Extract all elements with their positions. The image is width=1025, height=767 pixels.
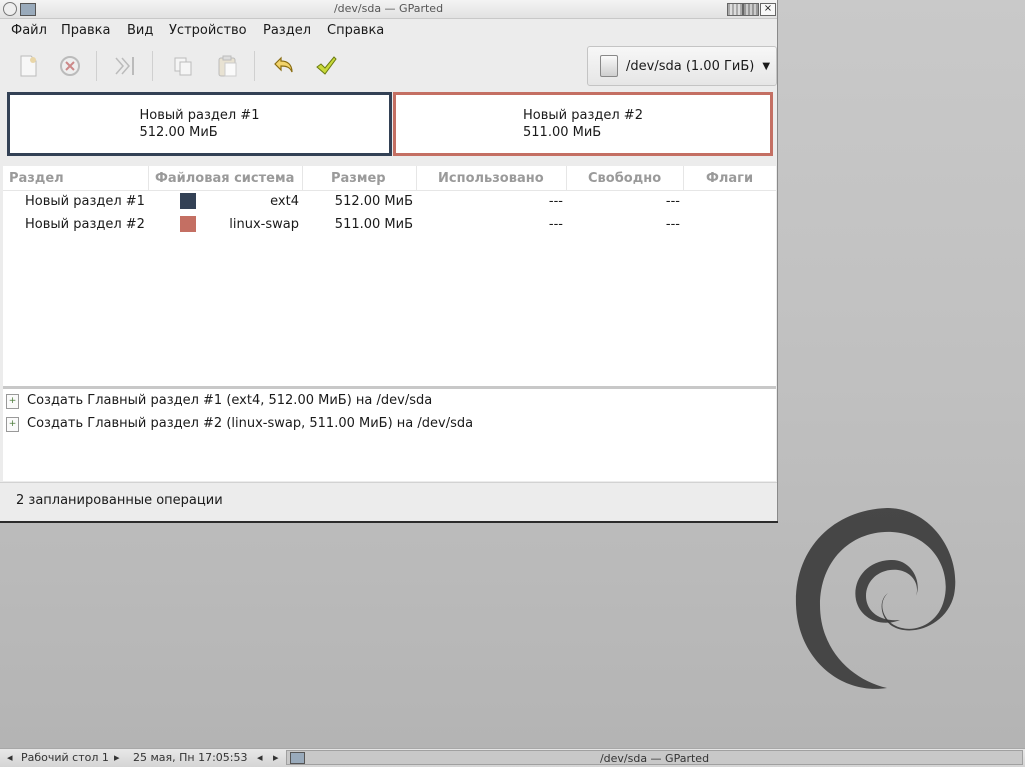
copy-icon[interactable] bbox=[168, 51, 198, 81]
resize-move-icon[interactable] bbox=[110, 51, 140, 81]
cell-partition: Новый раздел #1 bbox=[25, 194, 145, 209]
diskmap-partition-size: 511.00 МиБ bbox=[523, 125, 602, 140]
status-bar: 2 запланированные операции bbox=[0, 482, 777, 520]
column-header-partition[interactable]: Раздел bbox=[9, 171, 64, 186]
gparted-window: /dev/sda — GParted × Файл Правка Вид Уст… bbox=[0, 0, 778, 521]
table-row[interactable]: Новый раздел #1 ext4 512.00 МиБ --- --- bbox=[3, 191, 776, 214]
column-header-free[interactable]: Свободно bbox=[588, 171, 661, 186]
operation-text: Создать Главный раздел #1 (ext4, 512.00 … bbox=[27, 393, 433, 408]
column-header-flags[interactable]: Флаги bbox=[706, 171, 753, 186]
prev-desktop-icon[interactable]: ◂ bbox=[7, 751, 13, 764]
diskmap-partition-2[interactable]: Новый раздел #2 511.00 МиБ bbox=[393, 92, 773, 156]
new-partition-icon[interactable] bbox=[13, 51, 43, 81]
create-partition-icon: + bbox=[6, 417, 19, 432]
menu-file[interactable]: Файл bbox=[11, 23, 47, 38]
close-button[interactable]: × bbox=[760, 3, 776, 16]
delete-partition-icon[interactable] bbox=[55, 51, 85, 81]
cell-free: --- bbox=[665, 217, 680, 232]
debian-logo bbox=[795, 508, 956, 689]
table-row[interactable]: Новый раздел #2 linux-swap 511.00 МиБ --… bbox=[3, 214, 776, 237]
column-header-used[interactable]: Использовано bbox=[438, 171, 544, 186]
diskmap-partition-name: Новый раздел #2 bbox=[523, 108, 643, 123]
diskmap-partition-1[interactable]: Новый раздел #1 512.00 МиБ bbox=[7, 92, 392, 156]
taskbar: ◂ Рабочий стол 1 ▸ 25 мая, Пн 17:05:53 ◂… bbox=[0, 748, 1025, 767]
taskbar-window-title: /dev/sda — GParted bbox=[599, 752, 710, 765]
undo-icon[interactable] bbox=[269, 51, 299, 81]
chevron-down-icon: ▼ bbox=[762, 60, 771, 72]
column-header-filesystem[interactable]: Файловая система bbox=[155, 171, 294, 186]
next-desktop-icon[interactable]: ▸ bbox=[114, 751, 120, 764]
menu-edit[interactable]: Правка bbox=[61, 23, 110, 38]
partition-table: Раздел Файловая система Размер Использов… bbox=[3, 166, 776, 386]
cell-size: 511.00 МиБ bbox=[334, 217, 413, 232]
cell-partition: Новый раздел #2 bbox=[25, 217, 145, 232]
table-header: Раздел Файловая система Размер Использов… bbox=[3, 166, 776, 191]
fs-color-swatch bbox=[180, 193, 196, 209]
apply-icon[interactable] bbox=[311, 51, 341, 81]
pending-operations-list: + Создать Главный раздел #1 (ext4, 512.0… bbox=[3, 389, 776, 481]
create-partition-icon: + bbox=[6, 394, 19, 409]
taskbar-window-button[interactable]: /dev/sda — GParted bbox=[286, 750, 1023, 765]
status-text: 2 запланированные операции bbox=[16, 493, 223, 508]
operation-item[interactable]: + Создать Главный раздел #2 (linux-swap,… bbox=[3, 413, 776, 435]
cell-used: --- bbox=[548, 194, 563, 209]
paste-icon[interactable] bbox=[212, 51, 242, 81]
device-selector-label: /dev/sda (1.00 ГиБ) bbox=[626, 58, 755, 74]
minimize-button[interactable] bbox=[727, 3, 743, 16]
menu-device[interactable]: Устройство bbox=[169, 23, 247, 38]
device-selector[interactable]: /dev/sda (1.00 ГиБ) ▼ bbox=[587, 46, 777, 86]
cell-size: 512.00 МиБ bbox=[334, 194, 413, 209]
operation-text: Создать Главный раздел #2 (linux-swap, 5… bbox=[27, 416, 474, 431]
title-bar[interactable]: /dev/sda — GParted × bbox=[0, 0, 777, 19]
cell-free: --- bbox=[665, 194, 680, 209]
operation-item[interactable]: + Создать Главный раздел #1 (ext4, 512.0… bbox=[3, 390, 776, 412]
cell-filesystem: ext4 bbox=[270, 194, 299, 209]
maximize-button[interactable] bbox=[743, 3, 759, 16]
next-window-icon[interactable]: ▸ bbox=[273, 751, 279, 764]
cell-filesystem: linux-swap bbox=[229, 217, 299, 232]
prev-window-icon[interactable]: ◂ bbox=[257, 751, 263, 764]
clock[interactable]: 25 мая, Пн 17:05:53 bbox=[133, 751, 248, 764]
disk-map: Новый раздел #1 512.00 МиБ Новый раздел … bbox=[4, 90, 774, 162]
menu-view[interactable]: Вид bbox=[127, 23, 153, 38]
column-header-size[interactable]: Размер bbox=[331, 171, 386, 186]
menu-bar: Файл Правка Вид Устройство Раздел Справк… bbox=[0, 19, 777, 43]
cell-used: --- bbox=[548, 217, 563, 232]
menu-partition[interactable]: Раздел bbox=[263, 23, 311, 38]
hard-disk-icon bbox=[600, 55, 618, 77]
diskmap-partition-size: 512.00 МиБ bbox=[139, 125, 218, 140]
menu-help[interactable]: Справка bbox=[327, 23, 384, 38]
diskmap-partition-name: Новый раздел #1 bbox=[139, 108, 260, 123]
fs-color-swatch bbox=[180, 216, 196, 232]
window-title: /dev/sda — GParted bbox=[333, 2, 444, 15]
desktop-name[interactable]: Рабочий стол 1 bbox=[21, 751, 109, 764]
